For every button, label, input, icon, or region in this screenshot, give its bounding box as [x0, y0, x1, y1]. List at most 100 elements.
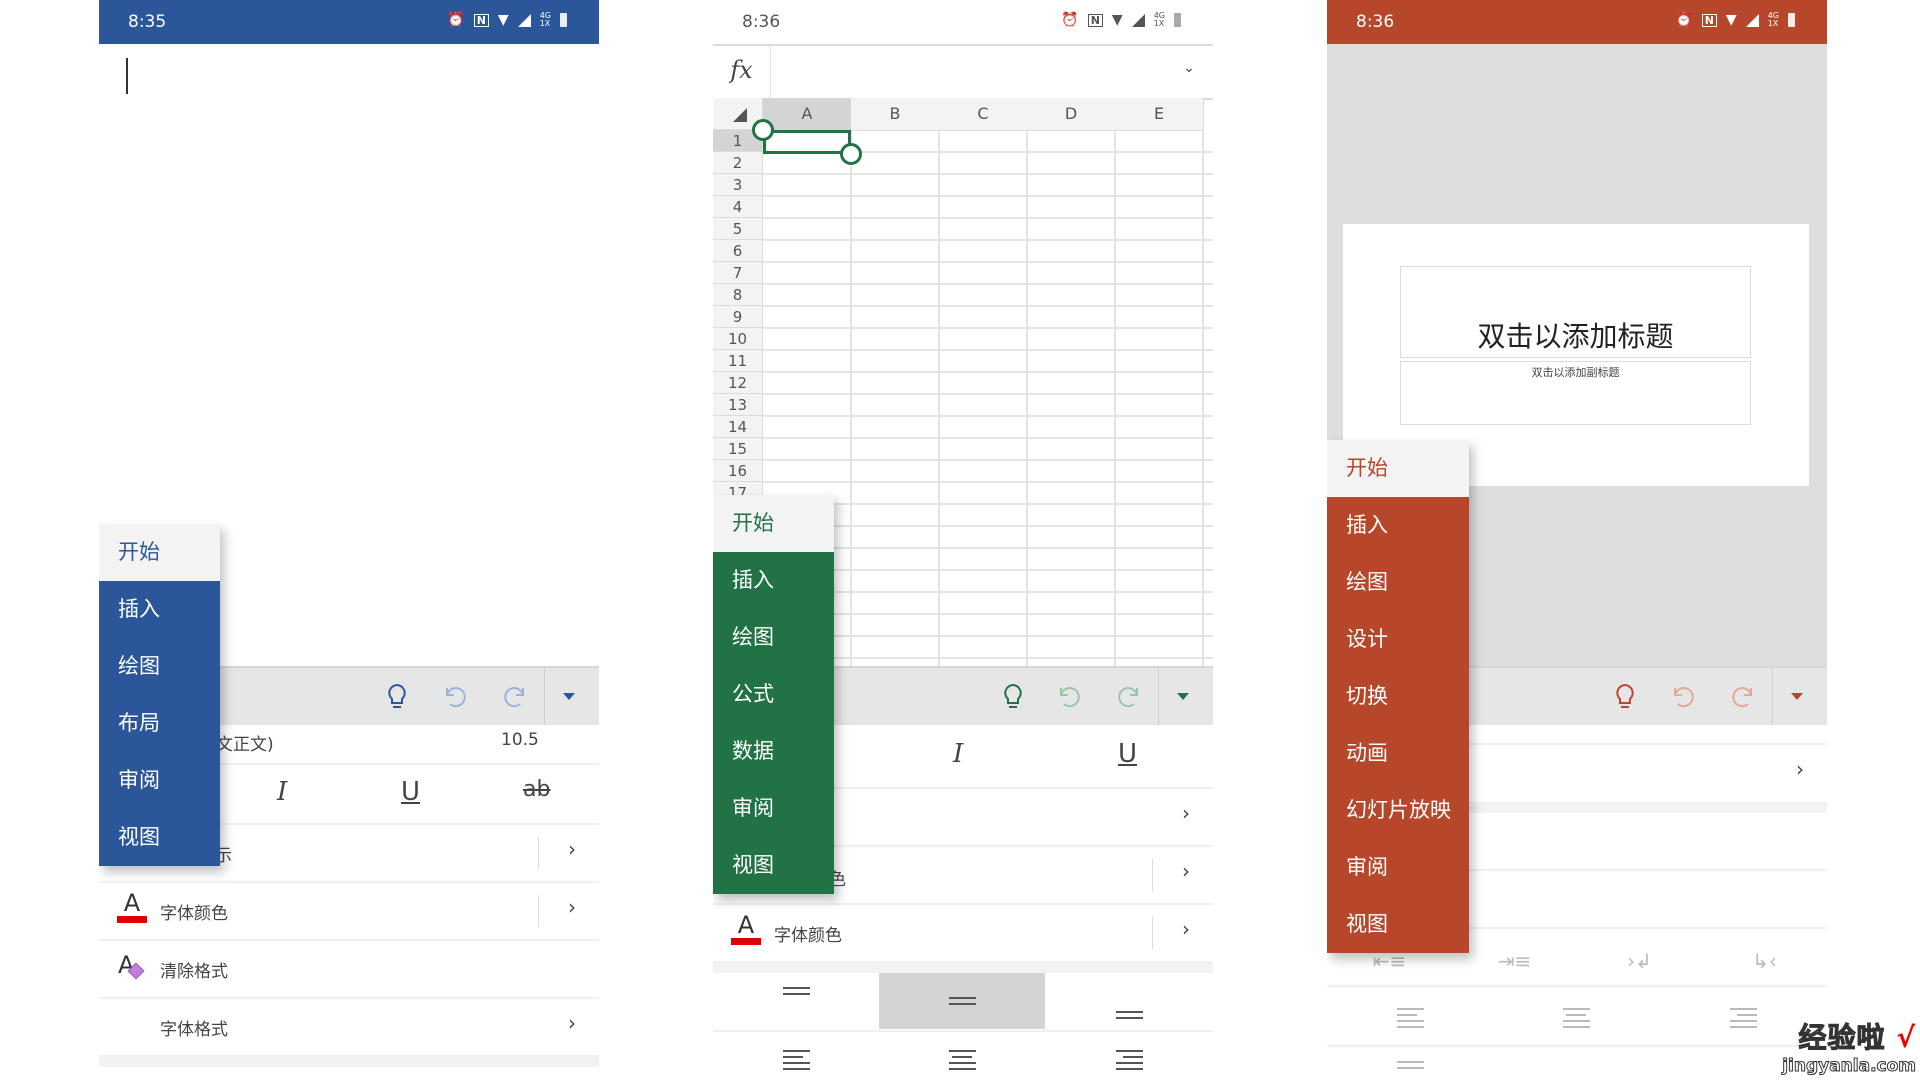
italic-button[interactable]: I [953, 739, 963, 769]
selection-handle-end[interactable] [840, 143, 862, 165]
redo-icon[interactable] [1725, 680, 1759, 714]
tab-home[interactable]: 开始 [1327, 440, 1469, 497]
row-header-14[interactable]: 14 [713, 416, 763, 438]
align-top-button[interactable] [1327, 1050, 1493, 1080]
tab-view[interactable]: 视图 [713, 837, 834, 894]
tab-home[interactable]: 开始 [99, 524, 220, 581]
column-header-d[interactable]: D [1027, 98, 1116, 131]
row-header-10[interactable]: 10 [713, 328, 763, 350]
tab-view[interactable]: 视图 [1327, 896, 1469, 953]
align-middle-button[interactable] [879, 973, 1045, 1029]
align-bottom-button[interactable] [1045, 973, 1213, 1029]
nfc-icon: N [1701, 13, 1717, 27]
align-center-button[interactable] [1493, 990, 1659, 1046]
tab-view[interactable]: 视图 [99, 809, 220, 866]
lightbulb-icon[interactable] [1608, 680, 1642, 714]
redo-icon[interactable] [1111, 680, 1145, 714]
tab-insert[interactable]: 插入 [99, 581, 220, 638]
row-header-6[interactable]: 6 [713, 240, 763, 262]
lightbulb-icon[interactable] [996, 680, 1030, 714]
tab-home[interactable]: 开始 [713, 495, 834, 552]
tab-data[interactable]: 数据 [713, 723, 834, 780]
lightbulb-icon[interactable] [380, 680, 414, 714]
column-header-b[interactable]: B [851, 98, 940, 131]
chevron-right-icon: › [568, 837, 576, 861]
formula-input[interactable] [773, 46, 1173, 98]
selected-cell-A1[interactable] [763, 130, 851, 154]
tab-draw[interactable]: 绘图 [1327, 554, 1469, 611]
undo-icon[interactable] [439, 680, 473, 714]
align-left-button[interactable] [1327, 990, 1493, 1046]
row-header-4[interactable]: 4 [713, 196, 763, 218]
tab-animations[interactable]: 动画 [1327, 725, 1469, 782]
row-header-11[interactable]: 11 [713, 350, 763, 372]
redo-icon[interactable] [497, 680, 531, 714]
battery-icon [1788, 13, 1795, 27]
collapse-ribbon-icon[interactable] [1780, 680, 1814, 714]
grid-column-line [1114, 130, 1116, 684]
underline-button[interactable]: U [1118, 739, 1137, 769]
column-header-a[interactable]: A [763, 98, 852, 131]
font-size[interactable]: 10.5 [501, 730, 539, 750]
status-time: 8:36 [742, 12, 781, 32]
row-header-15[interactable]: 15 [713, 438, 763, 460]
row-header-3[interactable]: 3 [713, 174, 763, 196]
row-header-7[interactable]: 7 [713, 262, 763, 284]
grid-row-line [763, 217, 1213, 219]
grid-row-line [763, 327, 1213, 329]
tab-review[interactable]: 审阅 [1327, 839, 1469, 896]
collapse-ribbon-icon[interactable] [1166, 680, 1200, 714]
row-header-13[interactable]: 13 [713, 394, 763, 416]
align-center-button[interactable] [879, 1032, 1045, 1080]
tab-transitions[interactable]: 切换 [1327, 668, 1469, 725]
underline-button[interactable]: U [401, 777, 420, 807]
subtitle-placeholder[interactable]: 双击以添加副标题 [1400, 361, 1751, 425]
ltr-icon[interactable]: ›↲ [1577, 933, 1702, 989]
4g-1x-signal-icon: 4G 1X [539, 11, 551, 28]
strikethrough-button[interactable]: ab [523, 777, 550, 802]
signal-icon [1131, 13, 1145, 27]
font-color-row[interactable]: A 字体颜色 › [99, 883, 599, 941]
battery-icon [1174, 13, 1181, 27]
undo-icon[interactable] [1667, 680, 1701, 714]
italic-button[interactable]: I [277, 777, 287, 807]
clear-format-row[interactable]: A 清除格式 [99, 941, 599, 999]
align-top-button[interactable] [713, 973, 879, 1029]
tab-review[interactable]: 审阅 [713, 780, 834, 837]
column-header-c[interactable]: C [939, 98, 1028, 131]
ribbon-tab-menu: 开始 插入 绘图 布局 审阅 视图 [99, 524, 220, 866]
row-header-12[interactable]: 12 [713, 372, 763, 394]
ribbon-tab-menu: 开始 插入 绘图 设计 切换 动画 幻灯片放映 审阅 视图 [1327, 440, 1469, 953]
row-header-5[interactable]: 5 [713, 218, 763, 240]
font-name[interactable]: 文正文) [216, 730, 274, 755]
tab-insert[interactable]: 插入 [713, 552, 834, 609]
chevron-down-icon[interactable]: ⌄ [1183, 60, 1195, 76]
tab-draw[interactable]: 绘图 [713, 609, 834, 666]
title-placeholder[interactable]: 双击以添加标题 [1400, 266, 1751, 358]
undo-icon[interactable] [1053, 680, 1087, 714]
column-header-e[interactable]: E [1115, 98, 1204, 131]
text-cursor[interactable] [126, 58, 128, 94]
collapse-ribbon-icon[interactable] [552, 680, 586, 714]
tab-design[interactable]: 设计 [1327, 611, 1469, 668]
chevron-right-icon: › [1182, 917, 1190, 941]
tab-formulas[interactable]: 公式 [713, 666, 834, 723]
align-left-button[interactable] [713, 1032, 879, 1080]
selection-handle-start[interactable] [752, 119, 774, 141]
tab-layout[interactable]: 布局 [99, 695, 220, 752]
tab-review[interactable]: 审阅 [99, 752, 220, 809]
align-right-button[interactable] [1045, 1032, 1213, 1080]
row-header-8[interactable]: 8 [713, 284, 763, 306]
tab-slideshow[interactable]: 幻灯片放映 [1327, 782, 1469, 839]
rtl-icon[interactable]: ↳‹ [1702, 933, 1827, 989]
row-header-16[interactable]: 16 [713, 460, 763, 482]
grid-row-line [763, 393, 1213, 395]
increase-indent-icon[interactable]: ⇥≡ [1452, 933, 1577, 989]
tab-insert[interactable]: 插入 [1327, 497, 1469, 554]
font-color-row[interactable]: A 字体颜色 › [713, 905, 1213, 963]
row-header-2[interactable]: 2 [713, 152, 763, 174]
grid-row-line [763, 283, 1213, 285]
row-header-9[interactable]: 9 [713, 306, 763, 328]
font-format-row[interactable]: 字体格式 › [99, 999, 599, 1057]
tab-draw[interactable]: 绘图 [99, 638, 220, 695]
